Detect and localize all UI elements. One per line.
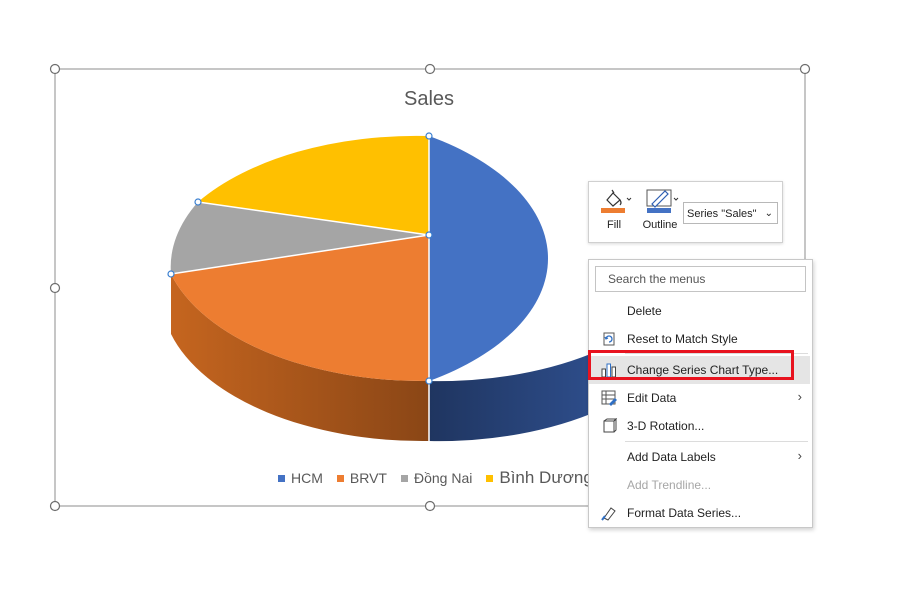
outline-label: Outline: [642, 219, 678, 231]
menu-item-format-data-series[interactable]: Format Data Series...: [589, 499, 810, 527]
format-series-icon: [601, 505, 617, 521]
menu-item-label: Add Trendline...: [627, 478, 712, 492]
menu-item-reset-to-match-style[interactable]: Reset to Match Style: [589, 325, 810, 353]
legend-item-binh-duong[interactable]: Bình Dương: [486, 468, 593, 488]
legend-swatch: [336, 474, 344, 482]
menu-item-label: Reset to Match Style: [627, 332, 738, 346]
menu-item-label: 3-D Rotation...: [627, 419, 705, 433]
resize-handle[interactable]: [799, 63, 811, 75]
format-mini-toolbar: Fill Outline Series "Sales" ⌄: [588, 181, 783, 243]
fill-label: Fill: [606, 219, 622, 231]
menu-item-label: Delete: [627, 304, 662, 318]
edit-data-icon: [601, 390, 617, 406]
menu-item-label: Add Data Labels: [627, 450, 716, 464]
legend-swatch: [278, 474, 285, 482]
legend-label: Bình Dương: [499, 468, 593, 487]
legend-label: BRVT: [349, 470, 387, 486]
rotation-3d-icon: [601, 417, 618, 434]
series-handle[interactable]: [167, 270, 175, 278]
menu-item-label: Edit Data: [627, 391, 677, 405]
legend-item-brvt[interactable]: BRVT: [336, 470, 387, 486]
chart-legend[interactable]: HCM BRVT Đồng Nai Bình Dương: [278, 468, 607, 488]
legend-item-dong-nai[interactable]: Đồng Nai: [400, 470, 473, 486]
fill-button[interactable]: Fill: [591, 186, 637, 238]
legend-swatch: [400, 474, 408, 482]
legend-item-hcm[interactable]: HCM: [278, 470, 323, 486]
pie-slice-hcm[interactable]: [429, 136, 548, 381]
resize-handle[interactable]: [49, 63, 61, 75]
menu-item-3d-rotation[interactable]: 3-D Rotation...: [589, 412, 810, 440]
series-handle[interactable]: [425, 231, 433, 239]
series-select-dropdown[interactable]: Series "Sales" ⌄: [683, 202, 778, 224]
outline-pen-icon: [637, 186, 683, 214]
menu-search-input[interactable]: Search the menus: [595, 266, 806, 292]
resize-handle[interactable]: [49, 500, 61, 512]
chevron-right-icon: ›: [797, 448, 802, 463]
series-select-value: Series "Sales": [687, 208, 757, 220]
series-handle[interactable]: [425, 377, 433, 385]
resize-handle[interactable]: [424, 500, 436, 512]
fill-bucket-icon: [591, 186, 637, 214]
series-handle[interactable]: [194, 198, 202, 206]
annotation-highlight-box: [588, 350, 794, 380]
menu-separator: [625, 441, 808, 442]
legend-label: HCM: [291, 470, 323, 486]
resize-handle[interactable]: [424, 63, 436, 75]
chevron-down-icon: ⌄: [764, 208, 773, 219]
reset-style-icon: [601, 331, 617, 347]
menu-item-add-trendline: Add Trendline...: [589, 471, 810, 499]
legend-swatch: [486, 474, 494, 482]
chevron-right-icon: ›: [797, 389, 802, 404]
menu-item-add-data-labels[interactable]: Add Data Labels ›: [589, 443, 810, 471]
legend-label: Đồng Nai: [413, 470, 473, 486]
menu-search-placeholder: Search the menus: [608, 272, 706, 286]
menu-item-edit-data[interactable]: Edit Data ›: [589, 384, 810, 412]
series-handle[interactable]: [425, 132, 433, 140]
menu-item-label: Format Data Series...: [627, 506, 742, 520]
resize-handle[interactable]: [49, 282, 61, 294]
menu-item-delete[interactable]: Delete: [589, 297, 810, 325]
chart-title[interactable]: Sales: [404, 88, 454, 110]
outline-button[interactable]: Outline: [637, 186, 683, 238]
context-menu: Search the menus Delete Reset to Match S…: [588, 259, 813, 528]
